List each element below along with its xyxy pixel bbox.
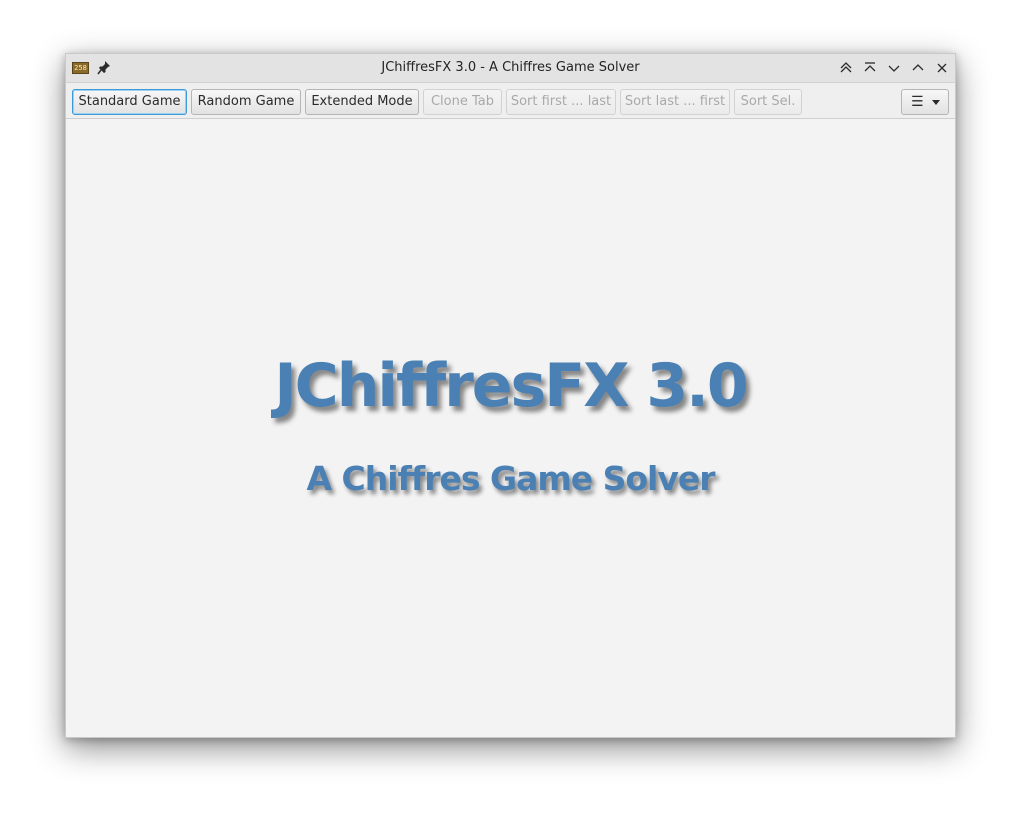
shade-icon[interactable] <box>861 59 879 77</box>
hamburger-icon: ☰ <box>911 94 924 110</box>
splash-title: JChiffresFX 3.0 <box>274 351 748 421</box>
minimize-icon[interactable] <box>885 59 903 77</box>
sort-last-first-button[interactable]: Sort last ... first <box>620 89 730 115</box>
window-title: JChiffresFX 3.0 - A Chiffres Game Solver <box>381 60 640 75</box>
title-bar[interactable]: 258 JChiffresFX 3.0 - A Chiffres Game So… <box>66 54 955 83</box>
maximize-icon[interactable] <box>909 59 927 77</box>
main-content: JChiffresFX 3.0 A Chiffres Game Solver <box>66 119 955 737</box>
random-game-button[interactable]: Random Game <box>191 89 301 115</box>
extended-mode-button[interactable]: Extended Mode <box>305 89 419 115</box>
chevron-down-icon <box>932 100 940 105</box>
sort-first-last-button[interactable]: Sort first ... last <box>506 89 616 115</box>
close-icon[interactable] <box>933 59 951 77</box>
clone-tab-button[interactable]: Clone Tab <box>423 89 502 115</box>
overflow-menu-button[interactable]: ☰ <box>901 89 949 115</box>
standard-game-button[interactable]: Standard Game <box>72 89 187 115</box>
sort-selection-button[interactable]: Sort Sel. <box>734 89 802 115</box>
keep-above-icon[interactable] <box>837 59 855 77</box>
toolbar: Standard Game Random Game Extended Mode … <box>66 83 955 119</box>
splash-subtitle: A Chiffres Game Solver <box>306 459 715 498</box>
app-window: 258 JChiffresFX 3.0 - A Chiffres Game So… <box>65 53 956 738</box>
